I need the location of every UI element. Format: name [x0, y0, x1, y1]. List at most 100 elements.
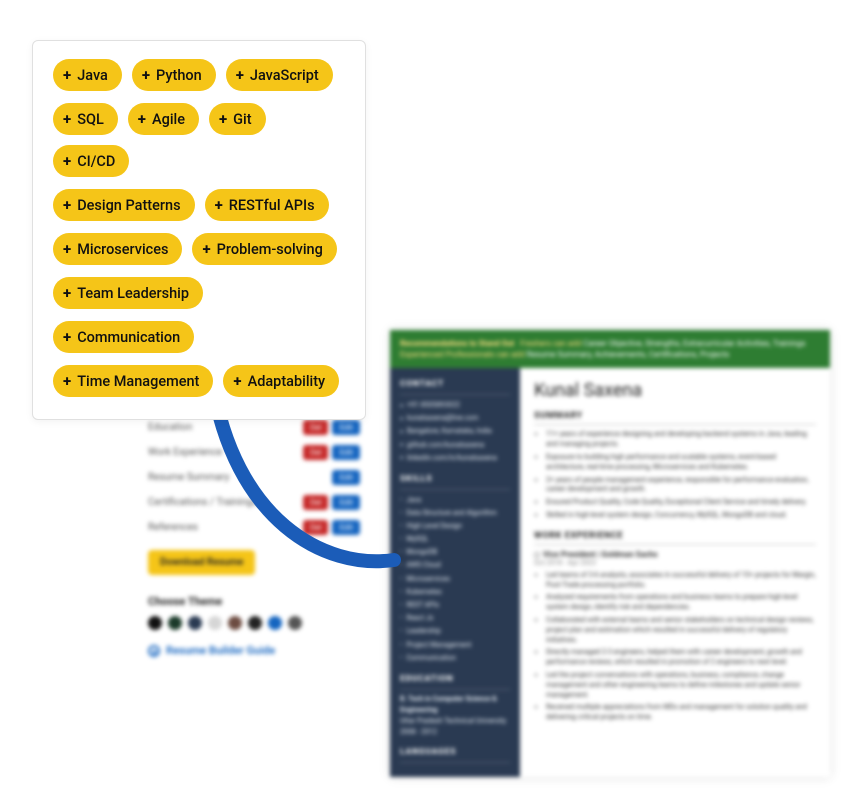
job-bullet: Received multiple appreciations from MDs… [546, 703, 816, 723]
skill-chip[interactable]: +Microservices [53, 233, 182, 265]
edit-button[interactable]: Edit [332, 470, 360, 485]
job-date: Oct 2018 - Apr 2023 [534, 559, 816, 567]
section-row: Resume Summary Edit [144, 465, 364, 490]
theme-swatch[interactable] [208, 616, 222, 630]
contact-line: Bangalore, Karnataka, India [400, 425, 510, 438]
plus-icon: + [219, 110, 227, 128]
skill-item: Kubernetes [400, 586, 510, 599]
edu-line: Uttar Pradesh Technical University [400, 716, 510, 727]
edit-button[interactable]: Edit [332, 420, 360, 435]
skill-item: Microservices [400, 573, 510, 586]
skill-chip[interactable]: +Git [209, 103, 266, 135]
plus-icon: + [138, 110, 146, 128]
skill-chip[interactable]: +Communication [53, 321, 194, 353]
job-bullet: Directly managed 2-3 engineers, helped t… [546, 648, 816, 668]
contact-line: kunalsaxena@live.com [400, 412, 510, 425]
section-row: Work Experience Del Edit [144, 440, 364, 465]
plus-icon: + [236, 66, 244, 84]
plus-icon: + [63, 240, 71, 258]
skill-item: Leadership [400, 625, 510, 638]
skill-item: AWS Cloud [400, 559, 510, 572]
theme-swatch[interactable] [188, 616, 202, 630]
job-bullet: Analyzed requirements from operations an… [546, 593, 816, 613]
work-header: WORK EXPERIENCE [534, 531, 816, 545]
theme-swatch[interactable] [248, 616, 262, 630]
resume-name: Kunal Saxena [534, 380, 816, 401]
theme-swatch[interactable] [148, 616, 162, 630]
theme-swatch[interactable] [168, 616, 182, 630]
contact-line: +91 8505893022 [400, 399, 510, 412]
delete-button[interactable]: Del [303, 520, 328, 535]
summary-bullet: 2+ years of people management experience… [546, 476, 816, 496]
job-title: Vice President | Goldman Sachs [543, 550, 658, 559]
education-header: EDUCATION [400, 673, 510, 690]
skill-item: Communication [400, 652, 510, 665]
delete-button[interactable]: Del [303, 495, 328, 510]
skill-item: Data Structure and Algorithm [400, 507, 510, 520]
skill-chip[interactable]: +Agile [128, 103, 199, 135]
plus-icon: + [202, 240, 210, 258]
choose-theme-label: Choose Theme [148, 595, 360, 608]
skills-suggestion-card: +Java +Python +JavaScript +SQL +Agile +Git +CI… [32, 40, 366, 420]
edit-button[interactable]: Edit [332, 520, 360, 535]
section-label: Work Experience [148, 447, 222, 458]
job-bullet: Led the project conversations with opera… [546, 671, 816, 700]
resume-preview: Recommendations to Stand Out Freshers ca… [390, 330, 830, 777]
recommendations-banner: Recommendations to Stand Out Freshers ca… [390, 330, 830, 368]
skill-chip[interactable]: +Team Leadership [53, 277, 203, 309]
skill-item: React Js [400, 612, 510, 625]
summary-header: SUMMARY [534, 411, 816, 425]
skill-chip[interactable]: +Adaptability [223, 365, 339, 397]
edit-button[interactable]: Edit [332, 445, 360, 460]
languages-header: LANGUAGES [400, 746, 510, 763]
skill-item: Java [400, 494, 510, 507]
job-bullet: Collaborated with external teams and sen… [546, 616, 816, 645]
skill-chip[interactable]: +SQL [53, 103, 118, 135]
delete-button[interactable]: Del [303, 420, 328, 435]
skill-item: MongoDB [400, 546, 510, 559]
skill-chip[interactable]: +JavaScript [226, 59, 333, 91]
theme-swatch[interactable] [268, 616, 282, 630]
skill-chip[interactable]: +CI/CD [53, 145, 129, 177]
skill-chip[interactable]: +Python [132, 59, 216, 91]
delete-button[interactable]: Del [303, 445, 328, 460]
contact-line: linkedin.com/in/kunalsaxena [400, 452, 510, 465]
edu-line: 2008 - 2012 [400, 727, 510, 738]
contact-header: CONTACT [400, 378, 510, 395]
theme-swatch[interactable] [228, 616, 242, 630]
section-label: Education [148, 422, 192, 433]
skill-item: REST APIs [400, 599, 510, 612]
summary-bullet: Skilled in high-level system design, Con… [546, 511, 816, 521]
plus-icon: + [63, 66, 71, 84]
skill-chip[interactable]: +Problem-solving [192, 233, 336, 265]
plus-icon: + [63, 372, 71, 390]
edit-button[interactable]: Edit [332, 495, 360, 510]
plus-icon: + [63, 152, 71, 170]
plus-icon: + [63, 328, 71, 346]
plus-icon: + [63, 284, 71, 302]
skills-header: SKILLS [400, 473, 510, 490]
plus-icon: + [63, 110, 71, 128]
skill-chip[interactable]: +Java [53, 59, 122, 91]
skill-item: MySQL [400, 533, 510, 546]
skill-chip[interactable]: +Design Patterns [53, 189, 195, 221]
skill-chip[interactable]: +RESTful APIs [205, 189, 329, 221]
summary-bullet: Ensured Product Quality, Code Quality, E… [546, 498, 816, 508]
summary-bullet: Exposure to building high performance an… [546, 453, 816, 473]
skill-item: High Level Design [400, 520, 510, 533]
plus-icon: + [215, 196, 223, 214]
section-row: Certifications / Trainings Del Edit [144, 490, 364, 515]
section-label: Certifications / Trainings [148, 497, 257, 508]
skill-item: Project Management [400, 639, 510, 652]
edu-line: B. Tech in Computer Science & Engineerin… [400, 694, 510, 716]
resume-guide-link[interactable]: Resume Builder Guide [148, 644, 360, 657]
resume-main: Kunal Saxena SUMMARY 11+ years of experi… [520, 368, 830, 777]
plus-icon: + [233, 372, 241, 390]
play-icon [148, 645, 160, 657]
section-label: Resume Summary [148, 472, 229, 483]
skill-chip[interactable]: +Time Management [53, 365, 213, 397]
job-bullet: Led teams of 3-6 analysts, associates in… [546, 571, 816, 591]
download-resume-button[interactable]: Download Resume [148, 550, 255, 575]
contact-line: github.com/kunalsaxena [400, 439, 510, 452]
theme-swatch[interactable] [288, 616, 302, 630]
